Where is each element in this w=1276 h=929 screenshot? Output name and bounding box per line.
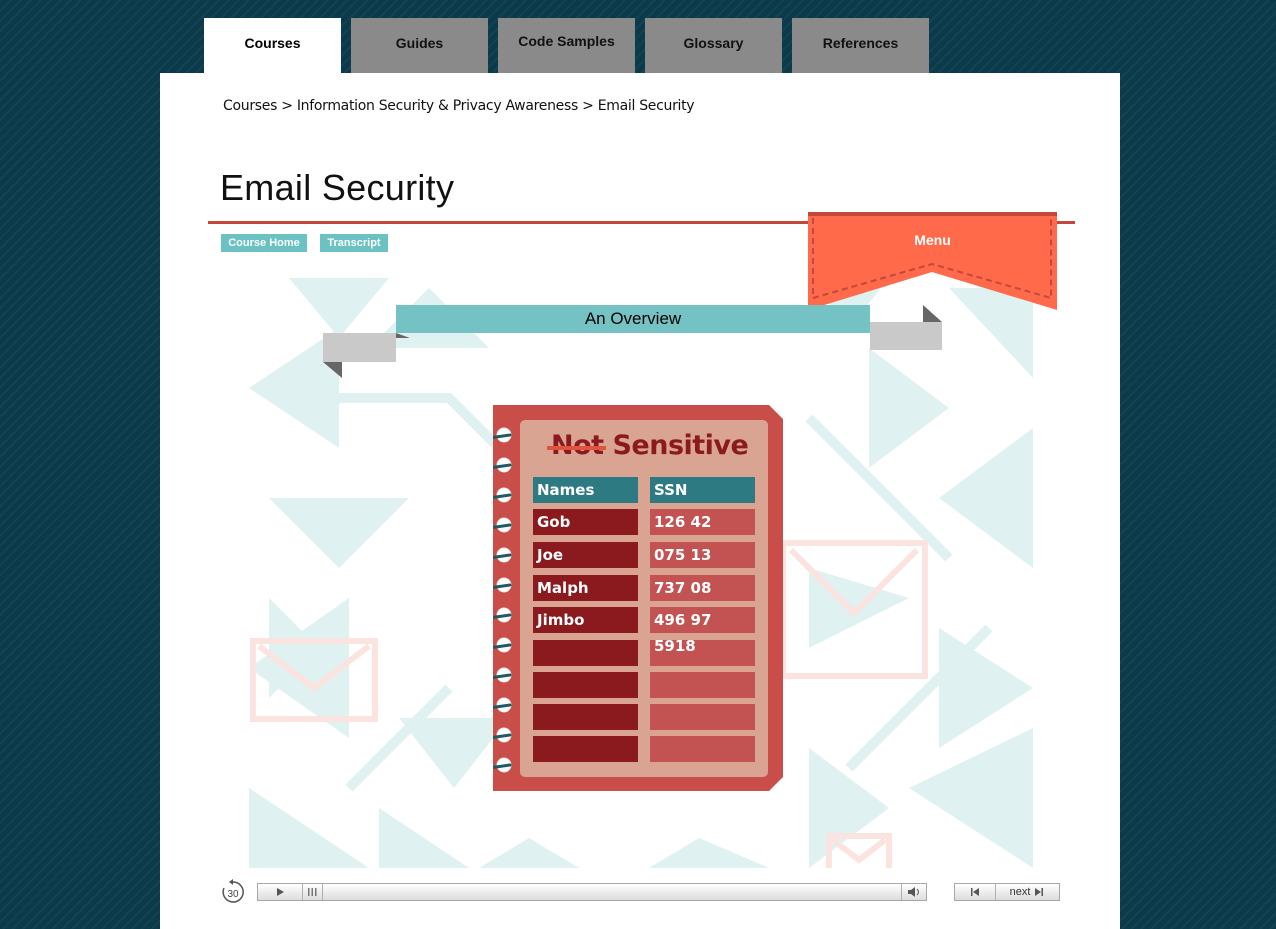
tab-guides[interactable]: Guides <box>351 18 488 73</box>
names-header: Names <box>533 477 638 503</box>
menu-button[interactable]: Menu <box>808 212 1057 310</box>
seek-track[interactable] <box>322 884 902 900</box>
ssn-cell: 737 08 3940 <box>650 575 755 623</box>
pause-icon <box>308 888 317 896</box>
overview-ribbon: An Overview <box>323 305 943 385</box>
name-cell: Malph <box>533 575 638 601</box>
ssn-cell: 496 97 5918 <box>650 607 755 655</box>
name-cell: Gob <box>533 509 638 535</box>
breadcrumb-current: Email Security <box>597 98 695 114</box>
volume-icon <box>908 887 919 897</box>
next-label: next <box>1009 886 1031 898</box>
pause-button[interactable] <box>302 884 323 900</box>
ssn-cell: 126 42 8610 <box>650 509 755 557</box>
play-button[interactable] <box>258 884 303 900</box>
course-home-button[interactable]: Course Home <box>221 234 307 252</box>
ribbon-title: An Overview <box>584 309 682 328</box>
tab-references[interactable]: References <box>792 18 929 73</box>
replay-30-button[interactable]: 30 <box>220 879 246 905</box>
ssn-cell: 075 13 7350 <box>650 542 755 590</box>
slide-navigation: next <box>954 883 1060 901</box>
menu-label: Menu <box>914 232 951 248</box>
replay-seconds: 30 <box>227 889 239 900</box>
next-button[interactable]: next <box>995 884 1059 900</box>
name-cell: Joe <box>533 542 638 568</box>
struck-word: Not <box>551 430 604 461</box>
next-icon <box>1035 888 1044 896</box>
menu-flag-shape <box>808 212 1057 310</box>
name-cell: Jimbo <box>533 607 638 633</box>
page-title: Email Security <box>220 167 455 208</box>
transcript-button[interactable]: Transcript <box>320 234 388 252</box>
tab-glossary[interactable]: Glossary <box>645 18 782 73</box>
breadcrumb-separator: > <box>281 98 293 114</box>
replay-icon: 30 <box>222 879 244 903</box>
breadcrumb-courses[interactable]: Courses <box>223 98 277 114</box>
play-icon <box>277 888 284 896</box>
ssn-header: SSN <box>650 477 755 503</box>
breadcrumb-separator: > <box>582 98 594 114</box>
player-controls: 30 next <box>220 879 1062 913</box>
breadcrumb: Courses > Information Security & Privacy… <box>223 98 695 114</box>
progress-bar <box>257 883 927 901</box>
previous-button[interactable] <box>955 884 996 900</box>
previous-icon <box>971 888 979 896</box>
volume-button[interactable] <box>901 884 926 900</box>
title-rest: Sensitive <box>612 430 749 461</box>
breadcrumb-course[interactable]: Information Security & Privacy Awareness <box>297 98 578 114</box>
notebook-title: Not Sensitive <box>551 430 749 461</box>
content-panel: Courses > Information Security & Privacy… <box>160 73 1120 929</box>
tab-code-samples[interactable]: Code Samples <box>498 18 635 73</box>
notebook: Not Sensitive Names SSN Gob 126 42 8610 … <box>493 405 785 793</box>
tab-courses[interactable]: Courses <box>204 18 341 73</box>
